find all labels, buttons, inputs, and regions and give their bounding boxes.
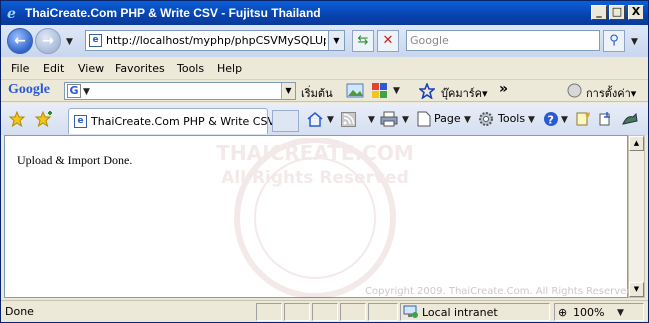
- minimize-button[interactable]: _: [591, 5, 607, 20]
- feeds-dropdown-icon[interactable]: ▼: [368, 115, 375, 125]
- tools-dropdown-icon[interactable]: ▼: [528, 115, 535, 125]
- scroll-up-icon[interactable]: ▲: [629, 136, 644, 151]
- google-toolbar: Google G ▼ ▼ เริ่มต้น ▼ บุ๊คมาร์ค▾ » การ…: [1, 80, 648, 102]
- tab-thaicreate[interactable]: e ThaiCreate.Com PHP & Write CSV: [68, 108, 275, 134]
- back-button[interactable]: ←: [7, 28, 33, 54]
- add-favorites-icon[interactable]: [35, 111, 53, 127]
- refresh-button[interactable]: ⇆: [352, 30, 374, 52]
- search-icon[interactable]: ⚲: [603, 30, 625, 52]
- zoom-control[interactable]: ⊕ 100% ▼: [554, 303, 644, 321]
- google-bookmarks-button[interactable]: บุ๊คมาร์ค▾: [441, 84, 488, 102]
- google-g-dropdown-icon[interactable]: ▼: [83, 87, 90, 97]
- tools-menu-button[interactable]: Tools: [498, 112, 525, 125]
- page-dropdown-icon[interactable]: ▼: [464, 115, 471, 125]
- google-search-input[interactable]: G ▼ ▼: [64, 82, 296, 100]
- status-cell: [256, 303, 282, 321]
- new-tab-button[interactable]: [272, 110, 299, 132]
- tab-page-icon: e: [74, 115, 87, 128]
- page-content: THAICREATE.COM All Rights Reserved Uploa…: [4, 135, 636, 298]
- google-g-icon: G: [67, 84, 81, 98]
- help-icon[interactable]: ?: [543, 111, 559, 127]
- google-more-button[interactable]: »: [499, 81, 508, 97]
- title-bar[interactable]: e ThaiCreate.Com PHP & Write CSV - Fujit…: [1, 1, 648, 25]
- status-cell: [368, 303, 398, 321]
- close-button[interactable]: X: [628, 5, 644, 20]
- tools-gear-icon[interactable]: [478, 111, 494, 127]
- menu-edit[interactable]: Edit: [43, 62, 64, 75]
- popup-blocker-icon[interactable]: [371, 82, 389, 99]
- intranet-icon: [403, 305, 418, 318]
- zone-label: Local intranet: [422, 306, 498, 319]
- vertical-scrollbar[interactable]: ▲ ▼: [628, 135, 645, 298]
- menu-bar: File Edit View Favorites Tools Help: [1, 58, 648, 80]
- page-menu-icon[interactable]: [417, 111, 431, 127]
- navigation-bar: ← → ▼ e http://localhost/myphp/phpCSVMyS…: [1, 25, 648, 57]
- google-settings-button[interactable]: การตั้งค่า▾: [586, 84, 636, 102]
- svg-text:?: ?: [548, 114, 554, 127]
- research-icon[interactable]: [575, 111, 591, 127]
- ie-logo-icon: e: [7, 6, 16, 21]
- messenger-icon[interactable]: [598, 111, 614, 127]
- scroll-down-icon[interactable]: ▼: [629, 282, 644, 297]
- bookmark-star-icon[interactable]: [419, 83, 435, 99]
- status-text: Done: [5, 305, 34, 318]
- address-field[interactable]: e http://localhost/myphp/phpCSVMySQLUplo…: [85, 30, 345, 51]
- security-zone[interactable]: Local intranet: [400, 303, 550, 321]
- search-options-dropdown-icon[interactable]: ▼: [631, 37, 638, 47]
- print-dropdown-icon[interactable]: ▼: [402, 115, 409, 125]
- status-cell: [312, 303, 338, 321]
- favorites-star-icon[interactable]: [9, 111, 25, 127]
- help-dropdown-icon[interactable]: ▼: [561, 115, 568, 125]
- copyright-text: Copyright 2009. ThaiCreate.Com. All Righ…: [365, 286, 636, 297]
- maximize-button[interactable]: □: [609, 5, 625, 20]
- home-dropdown-icon[interactable]: ▼: [327, 115, 334, 125]
- watermark-subtitle: All Rights Reserved: [221, 168, 409, 188]
- watermark-title: THAICREATE.COM: [216, 141, 413, 165]
- settings-icon[interactable]: [567, 83, 582, 98]
- tab-label: ThaiCreate.Com PHP & Write CSV: [91, 115, 275, 128]
- feeds-icon[interactable]: [341, 112, 356, 127]
- zoom-level: 100%: [573, 306, 605, 319]
- home-icon[interactable]: [306, 111, 324, 127]
- menu-favorites[interactable]: Favorites: [115, 62, 165, 75]
- page-menu-button[interactable]: Page: [434, 112, 461, 125]
- search-input[interactable]: Google: [406, 30, 600, 51]
- addon-icon[interactable]: [621, 111, 639, 127]
- google-logo: Google: [8, 82, 50, 97]
- stop-button[interactable]: ✕: [377, 30, 399, 52]
- tab-bar: e ThaiCreate.Com PHP & Write CSV ▼ ▼ ▼ P…: [1, 103, 648, 135]
- page-icon: e: [89, 34, 102, 47]
- status-message: Upload & Import Done.: [17, 153, 133, 167]
- window-title: ThaiCreate.Com PHP & Write CSV - Fujitsu…: [25, 6, 321, 20]
- address-dropdown-icon[interactable]: ▼: [328, 31, 344, 50]
- print-icon[interactable]: [380, 111, 398, 127]
- menu-help[interactable]: Help: [217, 62, 242, 75]
- status-cell: [284, 303, 310, 321]
- zoom-icon: ⊕: [558, 306, 568, 319]
- status-bar: Done Local intranet ⊕ 100% ▼: [1, 300, 648, 322]
- recent-pages-dropdown-icon[interactable]: ▼: [66, 37, 73, 47]
- google-start-button[interactable]: เริ่มต้น: [301, 84, 333, 102]
- watermark-seal-icon: THAICREATE.COM All Rights Reserved: [216, 138, 414, 298]
- menu-file[interactable]: File: [11, 62, 29, 75]
- menu-tools[interactable]: Tools: [177, 62, 204, 75]
- popup-dropdown-icon[interactable]: ▼: [393, 86, 400, 96]
- address-url: http://localhost/myphp/phpCSVMySQLUpload…: [106, 34, 326, 47]
- google-search-dropdown-icon[interactable]: ▼: [281, 83, 295, 99]
- menu-view[interactable]: View: [78, 62, 104, 75]
- image-search-icon[interactable]: [346, 83, 364, 98]
- forward-button[interactable]: →: [35, 28, 61, 54]
- status-cell: [340, 303, 366, 321]
- browser-window: e ThaiCreate.Com PHP & Write CSV - Fujit…: [0, 0, 649, 323]
- zoom-dropdown-icon[interactable]: ▼: [617, 308, 624, 318]
- svg-text:e: e: [7, 6, 16, 21]
